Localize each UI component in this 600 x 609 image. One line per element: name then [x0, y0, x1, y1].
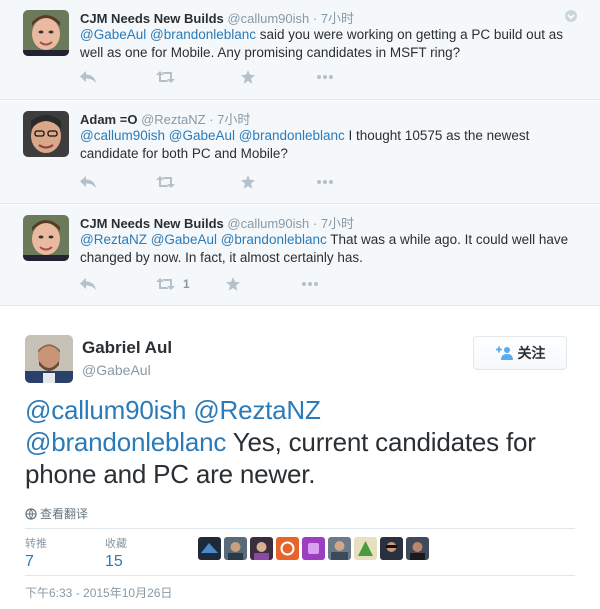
author-handle[interactable]: @callum90ish — [227, 11, 309, 26]
avatar[interactable] — [328, 537, 351, 560]
mentions-link[interactable]: @GabeAul @brandonleblanc — [80, 27, 256, 42]
favorites-count: 15 — [105, 553, 123, 570]
avatar[interactable] — [302, 537, 325, 560]
follow-label: 关注 — [517, 345, 546, 361]
ellipsis-icon[interactable] — [317, 180, 333, 184]
tweet-stats: 转推 7 收藏 15 — [25, 528, 575, 576]
separator-dot: · — [312, 216, 318, 231]
author-name[interactable]: CJM Needs New Builds — [80, 216, 224, 231]
tweet-text: @ReztaNZ @GabeAul @brandonleblanc That w… — [80, 231, 580, 267]
star-icon[interactable] — [241, 70, 255, 84]
retweet-count: 1 — [183, 277, 190, 291]
mention-link[interactable]: @brandonleblanc — [25, 427, 226, 457]
retweets-label: 转推 — [25, 538, 47, 550]
avatar[interactable] — [380, 537, 403, 560]
tweet-header: CJM Needs New Builds @callum90ish · 7小时 — [80, 213, 354, 232]
add-user-icon — [495, 346, 513, 360]
follow-button[interactable]: 关注 — [473, 336, 567, 370]
tweet-actions — [80, 175, 333, 189]
globe-icon — [25, 507, 37, 520]
retweets-count: 7 — [25, 553, 34, 570]
translate-label: 查看翻译 — [40, 507, 89, 521]
reply-icon[interactable] — [80, 278, 96, 290]
tweet-header: CJM Needs New Builds @callum90ish · 7小时 — [80, 8, 354, 27]
ellipsis-icon[interactable] — [317, 75, 333, 79]
favorites-label: 收藏 — [105, 538, 127, 550]
author-handle[interactable]: @callum90ish — [227, 216, 309, 231]
avatar[interactable] — [23, 10, 69, 56]
separator-dot: · — [209, 112, 214, 127]
tweet-text: @callum90ish @ReztaNZ @brandonleblanc Yes… — [25, 394, 585, 490]
star-icon[interactable] — [241, 175, 255, 189]
tweet-actions: 1 — [80, 277, 318, 291]
favoriter-avatars — [198, 537, 429, 560]
tweet-time[interactable]: 7小时 — [321, 216, 354, 231]
tweet-time[interactable]: 7小时 — [217, 112, 250, 127]
retweets-stat[interactable]: 转推 7 — [25, 535, 47, 571]
mentions-link[interactable]: @callum90ish @GabeAul @brandonleblanc — [80, 128, 345, 143]
avatar[interactable] — [406, 537, 429, 560]
avatar[interactable] — [23, 111, 69, 157]
avatar[interactable] — [25, 335, 73, 383]
tweet-text: @GabeAul @brandonleblanc said you were w… — [80, 26, 580, 62]
author-name[interactable]: CJM Needs New Builds — [80, 11, 224, 26]
mention-link[interactable]: @callum90ish — [25, 395, 186, 425]
avatar[interactable] — [276, 537, 299, 560]
tweet-text: @callum90ish @GabeAul @brandonleblanc I … — [80, 127, 580, 163]
avatar[interactable] — [224, 537, 247, 560]
author-name[interactable]: Gabriel Aul — [82, 338, 172, 358]
avatar[interactable] — [354, 537, 377, 560]
author-handle[interactable]: @GabeAul — [82, 362, 151, 378]
mentions-link[interactable]: @ReztaNZ @GabeAul @brandonleblanc — [80, 232, 327, 247]
tweet-timestamp[interactable]: 下午6:33 - 2015年10月26日 — [25, 584, 172, 601]
star-icon[interactable] — [225, 277, 240, 291]
chevron-down-icon[interactable] — [564, 9, 578, 23]
retweet-icon[interactable] — [156, 71, 183, 83]
retweet-icon[interactable] — [156, 176, 183, 188]
translate-link[interactable]: 查看翻译 — [25, 505, 88, 522]
retweet-icon[interactable]: 1 — [156, 277, 190, 291]
separator-dot: · — [312, 11, 318, 26]
author-name[interactable]: Adam =O — [80, 112, 137, 127]
tweet-actions — [80, 70, 333, 84]
main-tweet: Gabriel Aul @GabeAul 关注 @callum90ish @Re… — [0, 306, 600, 609]
tweet-time[interactable]: 7小时 — [321, 11, 354, 26]
favorites-stat[interactable]: 收藏 15 — [105, 535, 127, 571]
author-handle[interactable]: @ReztaNZ — [141, 112, 206, 127]
avatar[interactable] — [250, 537, 273, 560]
avatar[interactable] — [23, 215, 69, 261]
ellipsis-icon[interactable] — [301, 282, 318, 286]
tweet-header: Adam =O @ReztaNZ · 7小时 — [80, 109, 250, 128]
reply-icon[interactable] — [80, 176, 96, 188]
reply-tweet-2[interactable]: Adam =O @ReztaNZ · 7小时 @callum90ish @Gab… — [0, 101, 600, 204]
avatar[interactable] — [198, 537, 221, 560]
reply-tweet-1[interactable]: CJM Needs New Builds @callum90ish · 7小时 … — [0, 0, 600, 100]
reply-icon[interactable] — [80, 71, 96, 83]
mention-link[interactable]: @ReztaNZ — [193, 395, 321, 425]
reply-tweet-3[interactable]: CJM Needs New Builds @callum90ish · 7小时 … — [0, 205, 600, 306]
